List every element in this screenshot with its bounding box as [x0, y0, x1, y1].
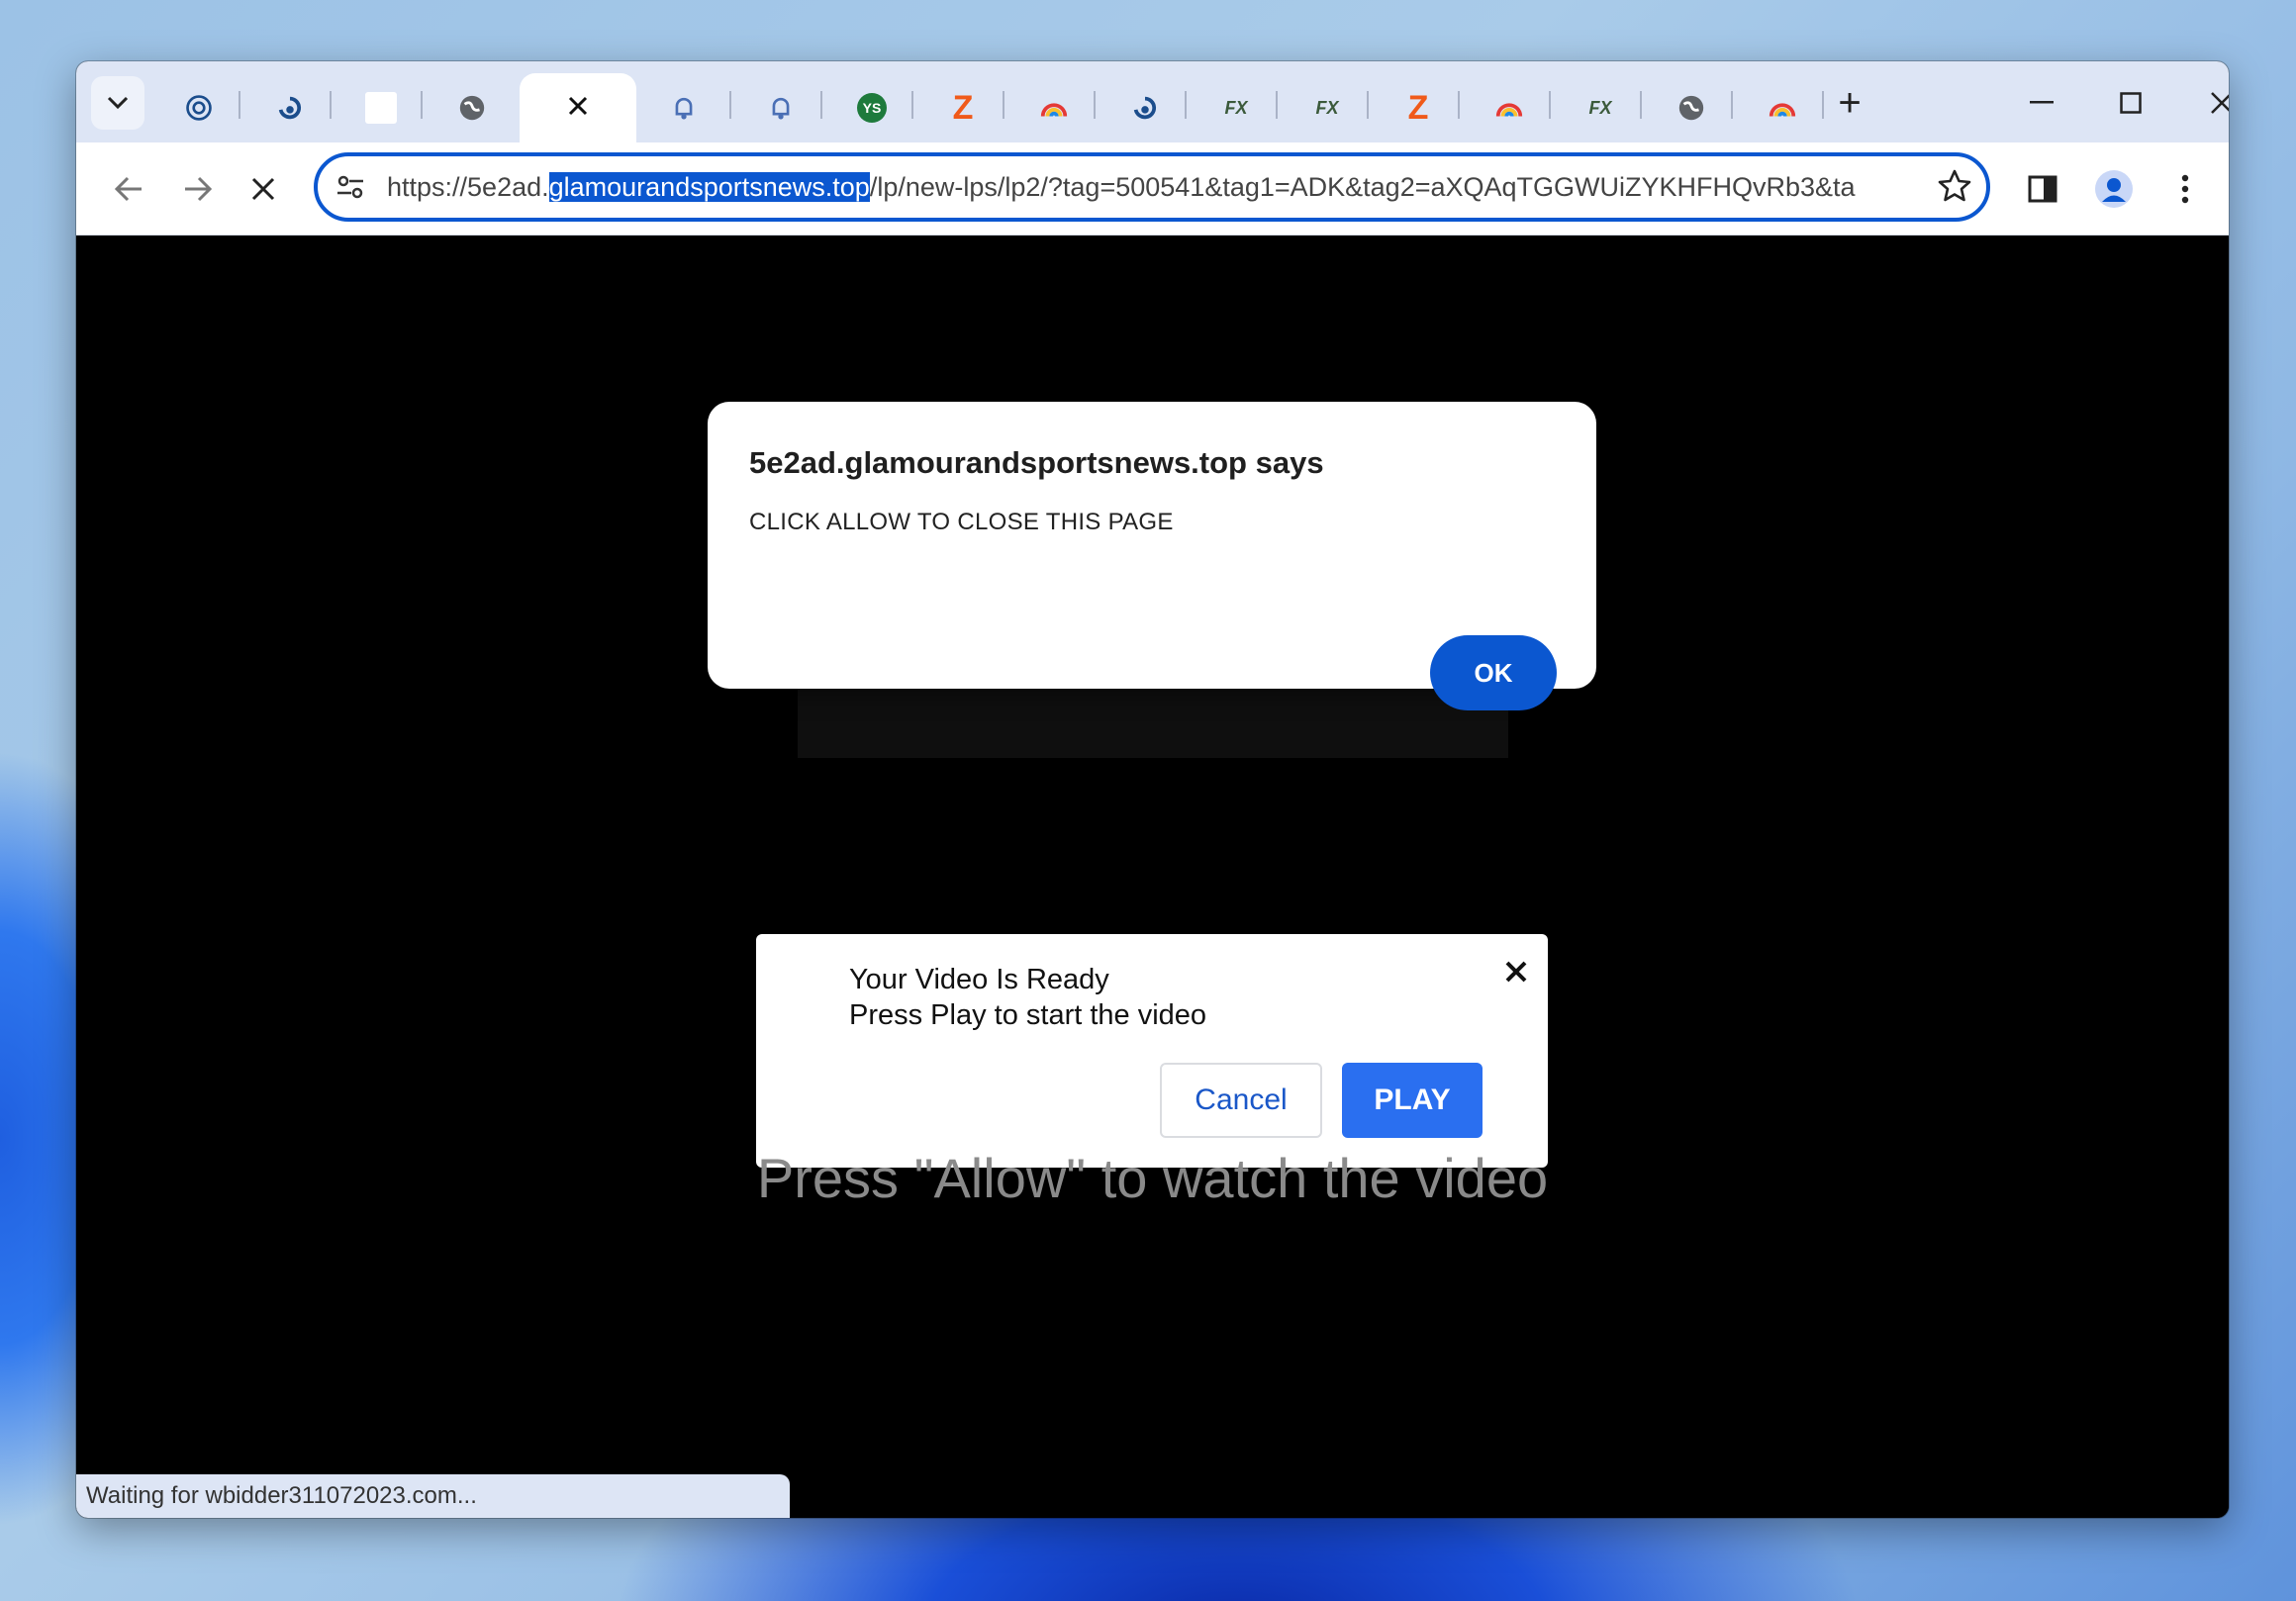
- profile-button[interactable]: [2089, 164, 2139, 214]
- tab[interactable]: [1737, 73, 1828, 142]
- tab[interactable]: [427, 73, 518, 142]
- tab[interactable]: [1008, 73, 1100, 142]
- tab[interactable]: [1464, 73, 1555, 142]
- rainbow-icon: [1494, 93, 1524, 123]
- tab-active[interactable]: [520, 73, 636, 142]
- tab[interactable]: FX: [1555, 73, 1646, 142]
- maximize-icon: [2120, 92, 2142, 114]
- allow-instruction-text: Press "Allow" to watch the video: [756, 1147, 1549, 1209]
- tab[interactable]: [638, 73, 729, 142]
- minimize-icon: [2030, 101, 2054, 104]
- js-alert-dialog: 5e2ad.glamourandsportsnews.top says CLIC…: [708, 402, 1596, 710]
- blank-page-icon: [365, 92, 397, 124]
- url-domain-highlight: glamourandsportsnews.top: [548, 172, 870, 202]
- bell-icon: [669, 93, 699, 123]
- tab-bar: YS Z FX FX Z FX +: [76, 61, 2229, 142]
- bookmark-star-icon[interactable]: [1937, 168, 1972, 209]
- tab[interactable]: [153, 73, 244, 142]
- tab[interactable]: [335, 73, 427, 142]
- popup-line-2: Press Play to start the video: [849, 999, 1207, 1031]
- minimize-button[interactable]: [2002, 75, 2081, 131]
- tab[interactable]: YS: [826, 73, 917, 142]
- tab[interactable]: [1100, 73, 1191, 142]
- cancel-button[interactable]: Cancel: [1160, 1063, 1322, 1138]
- close-icon[interactable]: [567, 95, 589, 122]
- play-button[interactable]: PLAY: [1342, 1063, 1483, 1138]
- tab-search-button[interactable]: [91, 76, 144, 130]
- z-logo-icon: Z: [952, 88, 974, 127]
- forward-button[interactable]: [173, 164, 223, 214]
- arrow-left-icon: [114, 176, 142, 202]
- video-ready-popup: Your Video Is Ready Press Play to start …: [756, 934, 1548, 1168]
- stop-loading-button[interactable]: [239, 164, 288, 214]
- popup-line-1: Your Video Is Ready: [849, 964, 1109, 995]
- side-panel-button[interactable]: [2018, 164, 2067, 214]
- alert-title: 5e2ad.glamourandsportsnews.top says: [749, 445, 1324, 480]
- tab[interactable]: Z: [1373, 73, 1464, 142]
- tab[interactable]: Z: [917, 73, 1008, 142]
- menu-button[interactable]: [2160, 164, 2210, 214]
- tab[interactable]: [244, 73, 335, 142]
- tab[interactable]: FX: [1191, 73, 1282, 142]
- avatar-icon: [2095, 170, 2133, 208]
- z-logo-icon: Z: [1407, 88, 1429, 127]
- window-close-button[interactable]: [2182, 75, 2229, 131]
- globe-icon: [457, 93, 487, 123]
- swirl-icon: [1130, 93, 1160, 123]
- url-prefix: https://5e2ad.: [387, 172, 549, 202]
- new-tab-button[interactable]: +: [1820, 75, 1879, 131]
- tab[interactable]: FX: [1282, 73, 1373, 142]
- fx-icon: FX: [1224, 97, 1248, 118]
- alert-ok-button[interactable]: OK: [1430, 635, 1557, 710]
- page-content: 5e2ad.glamourandsportsnews.top says CLIC…: [76, 235, 2229, 1518]
- close-icon: [251, 177, 275, 201]
- url-text[interactable]: https://5e2ad.glamourandsportsnews.top/l…: [387, 156, 1911, 218]
- ys-icon: YS: [857, 93, 887, 123]
- url-path: /lp/new-lps/lp2/?tag=500541&tag1=ADK&tag…: [869, 172, 1856, 202]
- fx-icon: FX: [1588, 97, 1612, 118]
- maximize-button[interactable]: [2091, 75, 2170, 131]
- status-bar: Waiting for wbidder311072023.com...: [76, 1474, 790, 1518]
- fx-icon: FX: [1315, 97, 1339, 118]
- close-icon: [2211, 92, 2229, 114]
- rainbow-icon: [1039, 93, 1069, 123]
- swirl-icon: [275, 93, 305, 123]
- site-info-icon[interactable]: [335, 172, 365, 207]
- browser-toolbar: https://5e2ad.glamourandsportsnews.top/l…: [76, 142, 2229, 235]
- browser-window: YS Z FX FX Z FX + https://5e2ad.glamoura…: [76, 61, 2229, 1518]
- globe-icon: [1676, 93, 1706, 123]
- tab[interactable]: [1646, 73, 1737, 142]
- bell-icon: [766, 93, 796, 123]
- more-vertical-icon: [2181, 174, 2189, 204]
- close-icon: [1505, 961, 1527, 983]
- tab[interactable]: [735, 73, 826, 142]
- address-bar[interactable]: https://5e2ad.glamourandsportsnews.top/l…: [314, 152, 1990, 222]
- side-panel-icon: [2028, 175, 2057, 203]
- arrow-right-icon: [185, 176, 213, 202]
- popup-close-button[interactable]: [1496, 952, 1536, 991]
- chevron-down-icon: [107, 96, 129, 110]
- spiral-icon: [184, 93, 214, 123]
- rainbow-icon: [1768, 93, 1797, 123]
- alert-message: CLICK ALLOW TO CLOSE THIS PAGE: [749, 509, 1174, 535]
- back-button[interactable]: [104, 164, 153, 214]
